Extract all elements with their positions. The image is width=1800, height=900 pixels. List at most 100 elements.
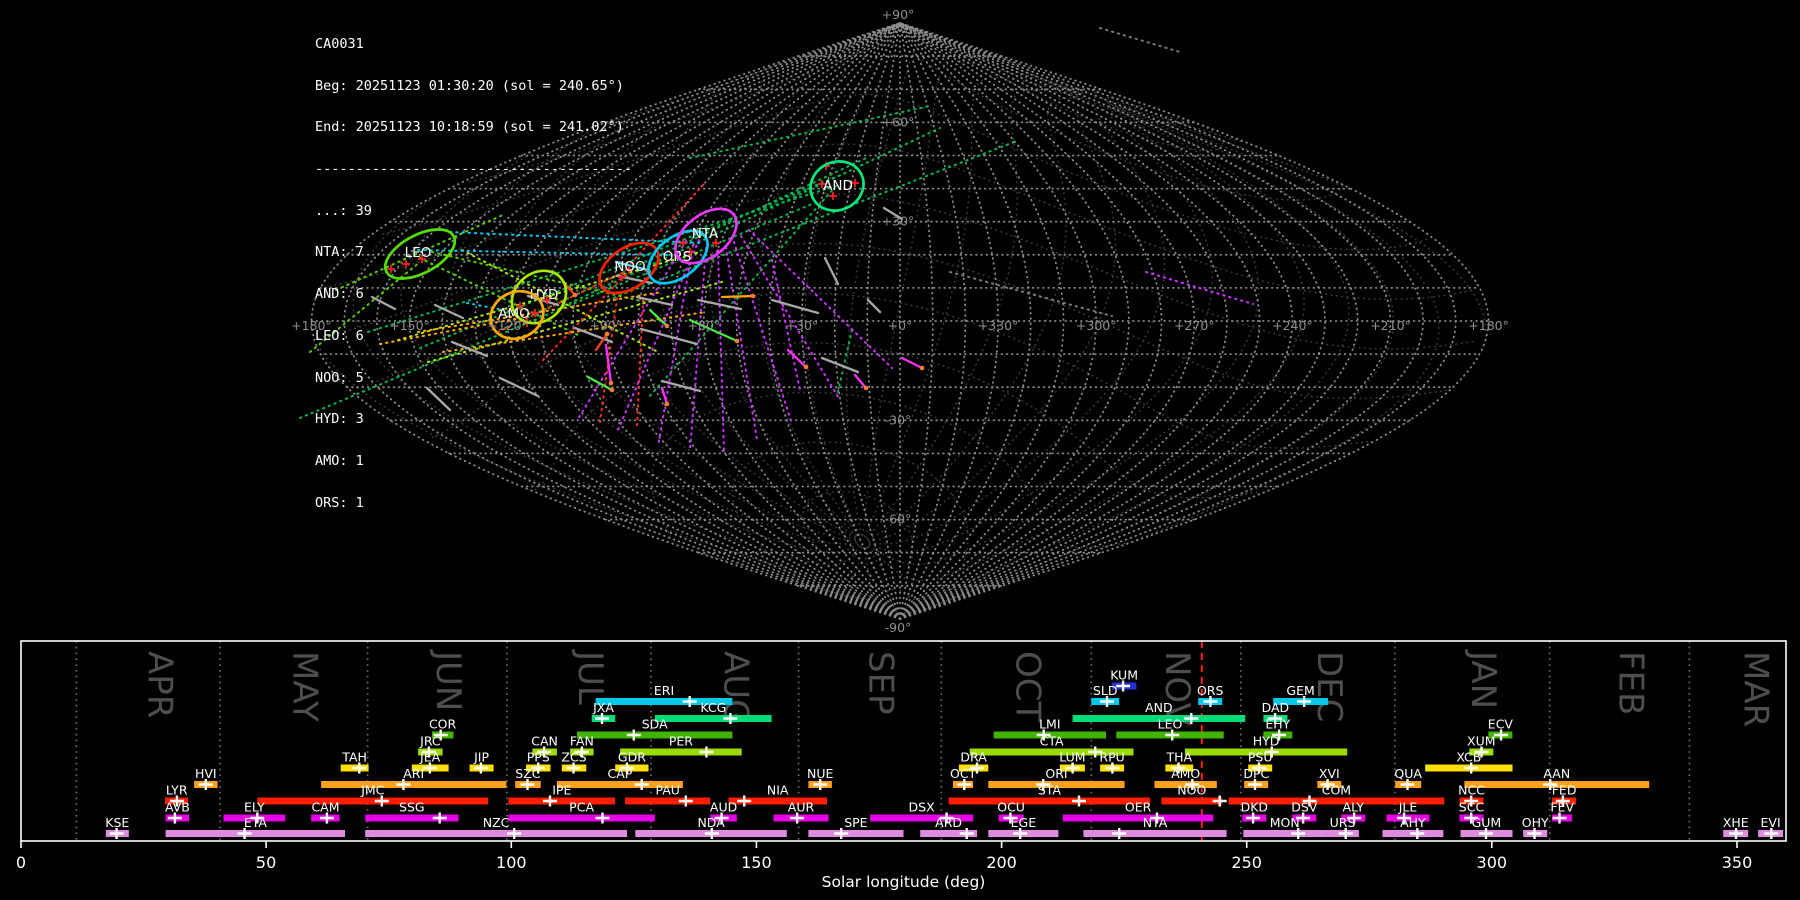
shower-label-noo: NOO [1177,783,1206,798]
meteor-trail-tip [751,294,756,299]
meteor-trail-tip [864,386,869,391]
shower-label-per: PER [669,734,693,749]
shower-peak-nta [1112,828,1126,839]
meteor-track [1100,28,1180,52]
shower-label-ori: ORI [1045,766,1067,781]
shower-label-jle: JLE [1398,800,1418,815]
map-lon-label: +0° [888,318,913,333]
shower-label-leo: LEO [1158,717,1183,732]
map-meridian [737,23,901,619]
shower-label-urs: URS [1330,815,1356,830]
count-sporadic: ...: 39 [315,205,632,219]
radiant-label-and: AND [823,178,853,194]
count-and: AND: 6 [315,288,632,302]
shower-bar-jmc [257,798,488,805]
shower-label-ehy: EHY [1265,717,1290,732]
meteor-trail-tip [920,366,925,371]
shower-label-ssg: SSG [399,800,425,815]
month-label-jan: JAN [1463,649,1503,709]
meteor-trail [825,258,838,284]
shower-label-jrc: JRC [419,734,441,749]
shower-bar-ari [321,781,506,788]
axis-tick-label: 150 [741,853,772,872]
shower-label-aly: ALY [1343,800,1365,815]
shower-label-xhe: XHE [1723,815,1749,830]
shower-label-nia: NIA [767,783,789,798]
shower-peak-sta [1072,796,1086,807]
axis-tick-label: 250 [1231,853,1262,872]
shower-label-gem: GEM [1286,683,1314,698]
shower-bar-spe [808,830,903,837]
shower-label-sta: STA [1038,783,1062,798]
count-hyd: HYD: 3 [315,413,632,427]
station-id: CA0031 [315,38,632,52]
shower-bar-oer [1063,815,1214,822]
shower-label-oer: OER [1125,800,1152,815]
shower-peak-per [699,747,713,758]
shower-label-cor: COR [429,717,457,732]
shower-label-amo: AMO [1171,766,1200,781]
shower-label-avb: AVB [165,800,190,815]
shower-label-nzc: NZC [483,815,510,830]
shower-label-qua: QUA [1394,766,1422,781]
shower-bar-pca [508,815,655,822]
shower-label-ely: ELY [244,800,265,815]
map-lon-label: +180° [1468,318,1509,333]
count-amo: AMO: 1 [315,455,632,469]
shower-label-nta: NTA [1143,815,1168,830]
shower-label-cam: CAM [311,800,339,815]
meteor-track [838,330,852,392]
shower-label-evi: EVI [1761,815,1781,830]
shower-label-jmc: JMC [360,783,384,798]
shower-label-ocu: OCU [997,800,1025,815]
meteor-trail [822,358,858,372]
meteor-trail [855,375,866,388]
shower-label-pca: PCA [569,800,594,815]
axis-tick-label: 50 [256,853,276,872]
count-ors: ORS: 1 [315,497,632,511]
shower-label-pau: PAU [655,783,679,798]
shower-label-ari: ARI [403,766,424,781]
equatorial-ra-line [555,98,1124,540]
axis-tick-label: 300 [1477,853,1508,872]
axis-tick-label: 0 [16,853,26,872]
shower-bar-nta [1083,830,1226,837]
meteor-trail-tip [804,365,809,370]
equatorial-ra-line [866,90,1083,538]
map-lat-label: -60° [885,512,912,527]
shower-label-jxa: JXA [592,700,614,715]
shower-label-ipe: IPE [552,783,571,798]
shower-label-szc: SZC [515,766,540,781]
count-leo: LEO: 6 [315,330,632,344]
month-label-dec: DEC [1309,651,1349,722]
shower-label-dad: DAD [1262,700,1290,715]
shower-label-ahy: AHY [1400,815,1426,830]
map-lat-label: +30° [882,214,915,229]
map-lat-label: -90° [885,620,912,635]
shower-label-kum: KUM [1110,668,1138,683]
shower-label-lum: LUM [1059,750,1085,765]
shower-label-tah: TAH [341,750,367,765]
observation-header: CA0031 Beg: 20251123 01:30:20 (sol = 240… [315,10,632,525]
shower-bar-kcg [655,715,772,722]
equatorial-ra-line [865,77,1081,536]
shower-bar-sda [577,732,732,739]
shower-label-jip: JIP [473,750,489,765]
shower-label-hyd: HYD [1253,734,1280,749]
meteor-trail-tip [665,402,670,407]
map-lon-label: +240° [1272,318,1313,333]
map-meridian [900,23,1391,619]
shower-label-eta: ETA [244,815,268,830]
shower-peak-nia [737,796,751,807]
map-lon-label: +270° [1174,318,1215,333]
shower-bar-eta [166,830,345,837]
meteor-trail [722,296,753,297]
shower-label-xvi: XVI [1319,766,1340,781]
shower-label-ohy: OHY [1522,815,1549,830]
shower-label-ard: ARD [935,815,962,830]
shower-label-nda: NDA [697,815,725,830]
axis-tick-label: 350 [1722,853,1753,872]
month-label-jul: JUL [570,649,610,705]
map-lon-label: +30° [786,318,819,333]
shower-bar-nzc [365,830,627,837]
